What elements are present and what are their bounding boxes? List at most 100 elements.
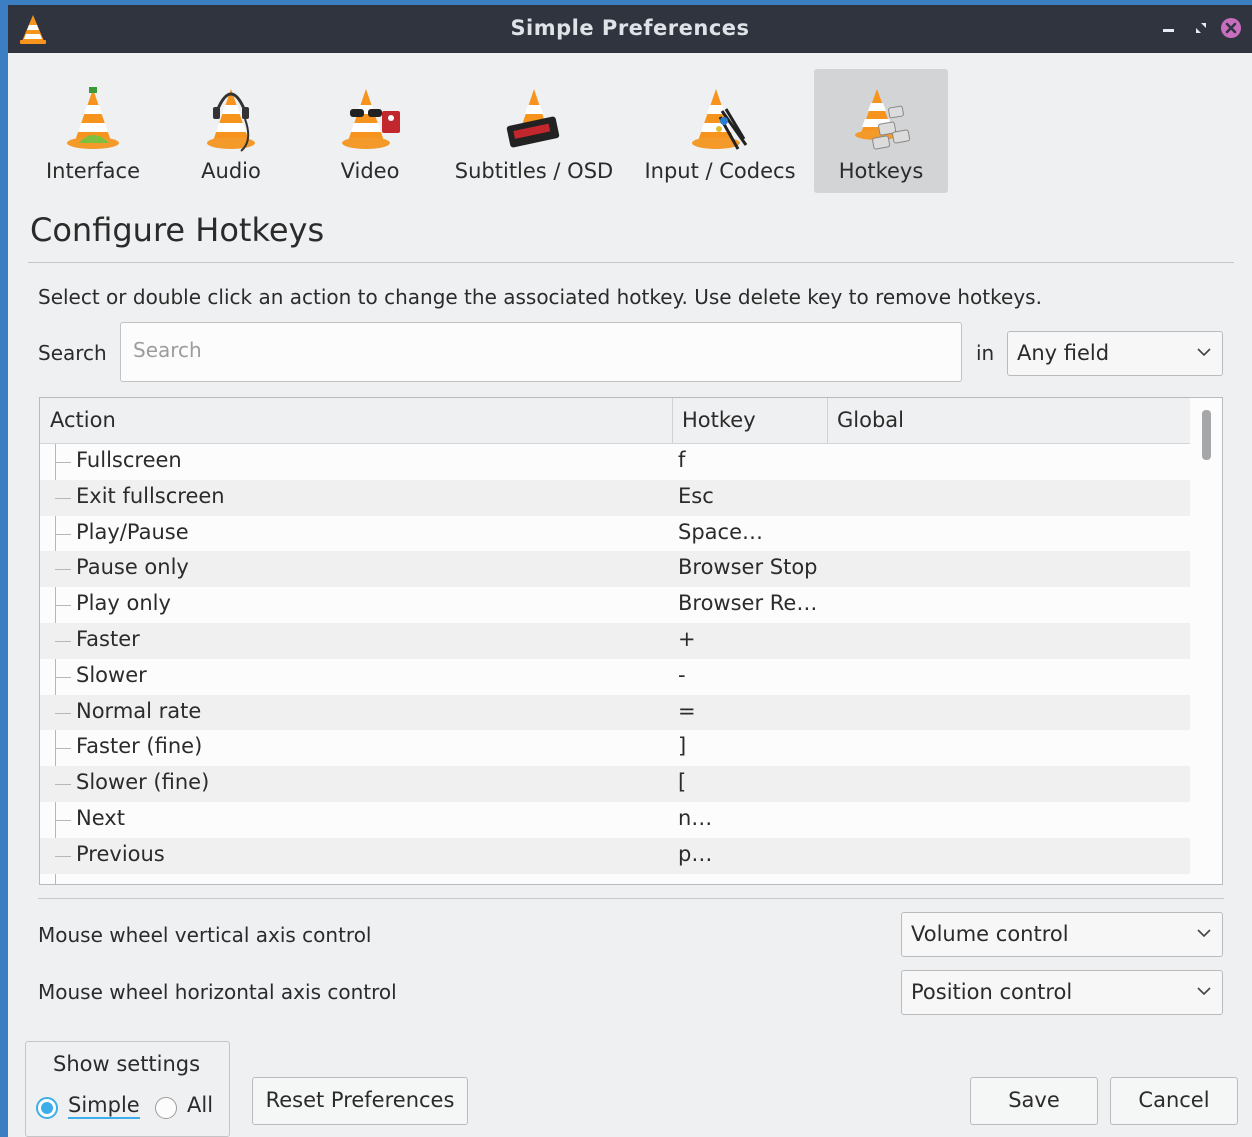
tab-label: Hotkeys: [838, 159, 924, 183]
window-title: Simple Preferences: [510, 16, 750, 40]
chevron-down-icon: [1197, 987, 1211, 996]
table-row[interactable]: Faster (fine)]: [40, 730, 1190, 766]
table-row[interactable]: Slower (fine) [: [40, 766, 1190, 802]
hotkey-cell: [: [678, 770, 687, 795]
column-divider: [827, 398, 828, 443]
show-settings-group: Show settings Simple All: [25, 1041, 230, 1137]
mouse-divider: [38, 898, 1224, 899]
table-row[interactable]: Slower -: [40, 659, 1190, 695]
chevron-down-icon: [1197, 929, 1211, 938]
vertical-scrollbar[interactable]: [1190, 398, 1222, 884]
tab-input-codecs[interactable]: Input / Codecs: [640, 69, 800, 193]
action-cell: Play/Pause: [76, 519, 189, 544]
heading-divider: [28, 262, 1234, 263]
save-button[interactable]: Save: [970, 1077, 1098, 1125]
reset-preferences-label: Reset Preferences: [265, 1088, 455, 1112]
tab-label: Video: [340, 159, 400, 183]
tree-branch-line: [55, 748, 71, 750]
search-field-select[interactable]: Any field: [1007, 331, 1223, 376]
tree-branch-line: [55, 533, 71, 535]
action-cell: Exit fullscreen: [76, 483, 225, 508]
action-cell: Pause only: [76, 555, 189, 580]
action-cell: Faster: [76, 626, 140, 651]
mouse-vertical-selected: Volume control: [911, 922, 1069, 946]
all-radio-label[interactable]: All: [187, 1093, 213, 1117]
tree-branch-line: [55, 497, 71, 499]
table-row[interactable]: Play/Pause Space…: [40, 516, 1190, 552]
action-cell: Slower (fine): [76, 770, 210, 795]
table-row[interactable]: Pause only Browser Stop: [40, 551, 1190, 588]
tab-video[interactable]: Video: [312, 69, 428, 193]
table-row[interactable]: Normal rate =: [40, 694, 1190, 731]
chevron-down-icon: [1197, 348, 1211, 357]
audio-cone-icon: [207, 89, 255, 152]
hotkey-cell: Space…: [678, 519, 763, 544]
tab-hotkeys[interactable]: Hotkeys: [814, 69, 948, 193]
hotkey-cell: =: [678, 698, 696, 723]
tree-branch-line: [55, 712, 71, 714]
subtitles-cone-icon: [506, 89, 560, 148]
hotkeys-cone-icon: [855, 89, 911, 150]
hotkey-cell: p…: [678, 841, 713, 866]
search-input[interactable]: [131, 337, 935, 363]
tab-interface[interactable]: Interface: [32, 69, 154, 193]
title-bar[interactable]: Simple Preferences: [8, 5, 1252, 53]
search-label: Search: [38, 341, 107, 365]
hotkeys-table[interactable]: Action Hotkey Global Fullscreen f Exit fu…: [39, 397, 1223, 885]
table-row[interactable]: Next n…: [40, 802, 1190, 838]
action-cell: Previous: [76, 841, 165, 866]
tree-branch-line: [55, 676, 71, 678]
table-row[interactable]: Previous p…: [40, 837, 1190, 874]
column-header-global[interactable]: Global: [837, 408, 904, 432]
simple-radio-label[interactable]: Simple: [68, 1093, 140, 1119]
action-cell: Normal rate: [76, 698, 202, 723]
action-cell: Next: [76, 805, 125, 830]
table-row[interactable]: Exit fullscreen Esc: [40, 479, 1190, 516]
tree-branch-line: [55, 819, 71, 821]
tab-subtitles-osd[interactable]: Subtitles / OSD: [452, 69, 616, 193]
close-icon[interactable]: [1220, 17, 1242, 39]
column-header-hotkey[interactable]: Hotkey: [682, 408, 756, 432]
cancel-button[interactable]: Cancel: [1110, 1077, 1238, 1125]
codecs-cone-icon: [692, 89, 748, 150]
restore-icon[interactable]: [1190, 17, 1212, 39]
search-field[interactable]: [120, 322, 962, 382]
reset-preferences-button[interactable]: Reset Preferences: [252, 1077, 468, 1125]
tree-branch-line: [55, 462, 71, 463]
table-row[interactable]: Fullscreen f: [40, 444, 1190, 480]
interface-cone-icon: [67, 87, 119, 149]
mouse-vertical-label: Mouse wheel vertical axis control: [38, 923, 372, 947]
hotkey-cell: Browser Stop: [678, 555, 818, 580]
minimize-icon[interactable]: [1158, 17, 1180, 39]
page-title: Configure Hotkeys: [30, 211, 325, 249]
radio-dot: [41, 1102, 53, 1114]
search-in-label: in: [976, 341, 995, 365]
mouse-vertical-select[interactable]: Volume control: [901, 912, 1223, 957]
tab-label: Audio: [201, 159, 261, 183]
tab-audio[interactable]: Audio: [178, 69, 284, 193]
action-cell: Slower: [76, 662, 147, 687]
hotkey-cell: f: [678, 448, 686, 472]
show-settings-title: Show settings: [53, 1052, 201, 1076]
preferences-window: Simple Preferences Interface Audio Video…: [8, 5, 1252, 1137]
save-label: Save: [1008, 1088, 1060, 1112]
hotkey-cell: n…: [678, 805, 713, 830]
hotkey-cell: Esc: [678, 483, 714, 508]
column-header-action[interactable]: Action: [50, 408, 116, 432]
tree-branch-line: [55, 640, 71, 642]
table-row[interactable]: Play only Browser Re…: [40, 587, 1190, 623]
hotkey-cell: -: [678, 662, 686, 687]
action-cell: Fullscreen: [76, 448, 182, 472]
tree-branch-line: [55, 784, 71, 786]
hotkey-cell: ]: [678, 734, 687, 759]
table-body: Fullscreen f Exit fullscreen Esc Play/Paus…: [40, 444, 1190, 874]
table-row[interactable]: Faster +: [40, 622, 1190, 659]
instructions-text: Select or double click an action to chan…: [38, 285, 1042, 309]
mouse-horizontal-select[interactable]: Position control: [901, 970, 1223, 1015]
mouse-horizontal-label: Mouse wheel horizontal axis control: [38, 980, 397, 1004]
all-radio[interactable]: [155, 1097, 177, 1119]
scrollbar-thumb[interactable]: [1202, 410, 1211, 460]
tab-label: Subtitles / OSD: [454, 159, 614, 183]
category-tabs: Interface Audio Video Subtitles / OSD In…: [8, 69, 1252, 199]
simple-radio[interactable]: [36, 1097, 58, 1119]
